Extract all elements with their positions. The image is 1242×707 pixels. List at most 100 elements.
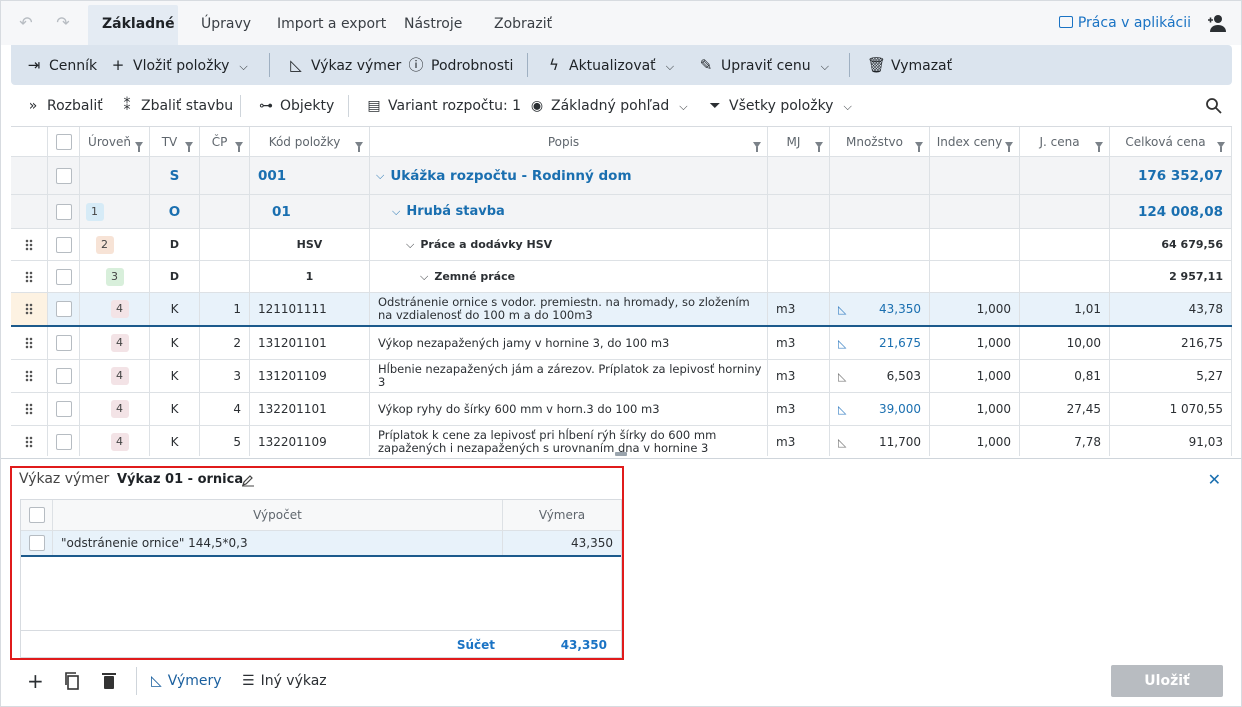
mj-value: m3 bbox=[776, 302, 796, 316]
header-cell[interactable]: Kód položky bbox=[250, 127, 370, 156]
ruler-icon[interactable]: ◺ bbox=[838, 403, 846, 416]
header-cell[interactable] bbox=[48, 127, 80, 156]
header-cell[interactable] bbox=[11, 127, 48, 156]
zbalit-stavbu-button[interactable]: ⁑ Zbaliť stavbu bbox=[119, 87, 234, 125]
table-row[interactable]: 3 D 1 ⌵ Zemné práce 2 957,11 bbox=[11, 261, 1232, 293]
row-checkbox[interactable] bbox=[55, 268, 72, 285]
add-row-button[interactable]: + bbox=[27, 671, 44, 691]
cennik-button[interactable]: ⇥ Cenník bbox=[25, 45, 97, 85]
praca-v-aplikacii-link[interactable]: Práca v aplikácii bbox=[1058, 15, 1191, 31]
header-cell[interactable]: Celková cena bbox=[1110, 127, 1232, 156]
vypocet-cell[interactable]: "odstránenie ornice" 144,5*0,3 bbox=[53, 531, 503, 555]
row-checkbox[interactable] bbox=[55, 335, 72, 351]
tab-nastroje[interactable]: Nástroje bbox=[390, 5, 476, 45]
header-cell[interactable]: J. cena bbox=[1020, 127, 1110, 156]
filter-icon[interactable] bbox=[355, 142, 363, 152]
polozky-filter-dropdown[interactable]: ⏷ Všetky položky ⌵ bbox=[707, 87, 851, 125]
save-button[interactable]: Uložiť bbox=[1111, 665, 1223, 697]
tv-value: D bbox=[169, 270, 180, 283]
undo-icon[interactable]: ↶ bbox=[17, 15, 35, 31]
rozbalit-button[interactable]: » Rozbaliť bbox=[25, 87, 103, 125]
tab-zakladne[interactable]: Základné bbox=[88, 5, 178, 45]
tab-zobrazit[interactable]: Zobraziť bbox=[480, 5, 566, 45]
podrobnosti-button[interactable]: ⓘ Podrobnosti bbox=[407, 45, 513, 85]
filter-icon[interactable] bbox=[185, 142, 193, 152]
header-cell[interactable]: Popis bbox=[370, 127, 768, 156]
filter-icon[interactable] bbox=[1005, 142, 1013, 152]
vymery-button[interactable]: ◺ Výmery bbox=[151, 671, 222, 691]
tab-import-export[interactable]: Import a export bbox=[263, 5, 400, 45]
row-checkbox[interactable] bbox=[28, 535, 45, 551]
cell-chk bbox=[48, 293, 80, 325]
cell-cc: 1 070,55 bbox=[1110, 393, 1232, 425]
cell-cp bbox=[200, 261, 250, 292]
row-checkbox[interactable] bbox=[55, 203, 72, 220]
header-cell[interactable]: Úroveň bbox=[80, 127, 150, 156]
filter-icon[interactable] bbox=[235, 142, 243, 152]
vymazat-button[interactable]: 🗑 Vymazať bbox=[867, 45, 952, 85]
row-checkbox[interactable] bbox=[55, 401, 72, 417]
drag-handle-icon[interactable] bbox=[25, 370, 33, 382]
header-cell[interactable]: MJ bbox=[768, 127, 830, 156]
copy-icon[interactable] bbox=[63, 671, 81, 691]
cell-idx bbox=[930, 261, 1020, 292]
chevron-down-icon[interactable]: ⌵ bbox=[406, 238, 414, 252]
filter-icon[interactable] bbox=[815, 142, 823, 152]
add-user-icon[interactable] bbox=[1207, 14, 1227, 32]
drag-handle-icon[interactable] bbox=[25, 303, 33, 315]
pohlad-dropdown[interactable]: ◉ Základný pohľad ⌵ bbox=[529, 87, 688, 125]
table-row[interactable]: 4 K 1 121101111 Odstránenie ornice s vodor. … bbox=[11, 293, 1232, 327]
row-checkbox[interactable] bbox=[55, 301, 72, 317]
drag-handle-icon[interactable] bbox=[25, 337, 33, 349]
trash-icon[interactable] bbox=[101, 671, 117, 691]
objekty-button[interactable]: ⊶ Objekty bbox=[258, 87, 334, 125]
header-cell[interactable]: Index ceny bbox=[930, 127, 1020, 156]
table-row[interactable]: 4 K 2 131201101 Výkop nezapažených jamy v ho… bbox=[11, 327, 1232, 360]
filter-icon[interactable] bbox=[1217, 142, 1225, 152]
header-cell[interactable]: ČP bbox=[200, 127, 250, 156]
select-all-checkbox[interactable] bbox=[28, 507, 45, 523]
tab-upravy[interactable]: Úpravy bbox=[187, 5, 265, 45]
chevron-down-icon[interactable]: ⌵ bbox=[420, 270, 428, 284]
cell-kod: 131201101 bbox=[250, 327, 370, 359]
drag-handle-icon[interactable] bbox=[25, 270, 33, 283]
header-cell[interactable]: TV bbox=[150, 127, 200, 156]
ruler-icon[interactable]: ◺ bbox=[838, 370, 846, 383]
redo-icon[interactable]: ↷ bbox=[54, 15, 72, 31]
chevron-down-icon[interactable]: ⌵ bbox=[392, 205, 400, 219]
search-icon[interactable] bbox=[1205, 97, 1223, 115]
vykaz-vymer-button[interactable]: ◺ Výkaz výmer bbox=[287, 45, 401, 85]
row-checkbox[interactable] bbox=[55, 236, 72, 253]
ruler-icon[interactable]: ◺ bbox=[838, 337, 846, 350]
drag-handle-icon[interactable] bbox=[25, 238, 33, 251]
drag-handle-icon[interactable] bbox=[25, 436, 33, 448]
drag-handle-icon[interactable] bbox=[25, 403, 33, 415]
aktualizovat-button[interactable]: ϟ Aktualizovať ⌵ bbox=[545, 45, 674, 85]
chevron-down-icon[interactable]: ⌵ bbox=[376, 169, 384, 183]
header-cell[interactable]: Množstvo bbox=[830, 127, 930, 156]
row-checkbox[interactable] bbox=[55, 368, 72, 384]
ruler-icon[interactable]: ◺ bbox=[838, 436, 846, 449]
iny-vykaz-button[interactable]: ☰ Iný výkaz bbox=[242, 671, 327, 691]
table-row[interactable]: S 001 ⌵ Ukážka rozpočtu - Rodinný dom 176 35… bbox=[11, 157, 1232, 195]
ruler-icon[interactable]: ◺ bbox=[838, 303, 846, 316]
resize-handle[interactable] bbox=[615, 452, 627, 456]
vlozit-polozky-button[interactable]: + Vložiť položky ⌵ bbox=[109, 45, 248, 85]
close-icon[interactable]: ✕ bbox=[1208, 470, 1221, 489]
edit-pencil-icon[interactable] bbox=[241, 473, 255, 487]
filter-icon[interactable] bbox=[915, 142, 923, 152]
select-all-checkbox[interactable] bbox=[55, 133, 72, 150]
variant-button[interactable]: ▤ Variant rozpočtu: 1 bbox=[366, 87, 521, 125]
filter-icon[interactable] bbox=[135, 142, 143, 152]
table-row[interactable]: 1 O 01 ⌵ Hrubá stavba 124 008,08 bbox=[11, 195, 1232, 229]
filter-icon[interactable] bbox=[1095, 142, 1103, 152]
vykaz-row[interactable]: "odstránenie ornice" 144,5*0,3 43,350 bbox=[21, 531, 621, 557]
row-checkbox[interactable] bbox=[55, 167, 72, 184]
filter-icon[interactable] bbox=[753, 142, 761, 152]
table-row[interactable]: 4 K 4 132201101 Výkop ryhy do šírky 600 mm v… bbox=[11, 393, 1232, 426]
table-row[interactable]: 2 D HSV ⌵ Práce a dodávky HSV 64 679,56 bbox=[11, 229, 1232, 261]
row-checkbox[interactable] bbox=[55, 434, 72, 450]
table-row[interactable]: 4 K 3 131201109 Hĺbenie nezapažených jám a z… bbox=[11, 360, 1232, 393]
popis-text: Hrubá stavba bbox=[406, 204, 505, 219]
upravit-cenu-button[interactable]: ✎ Upraviť cenu ⌵ bbox=[697, 45, 829, 85]
